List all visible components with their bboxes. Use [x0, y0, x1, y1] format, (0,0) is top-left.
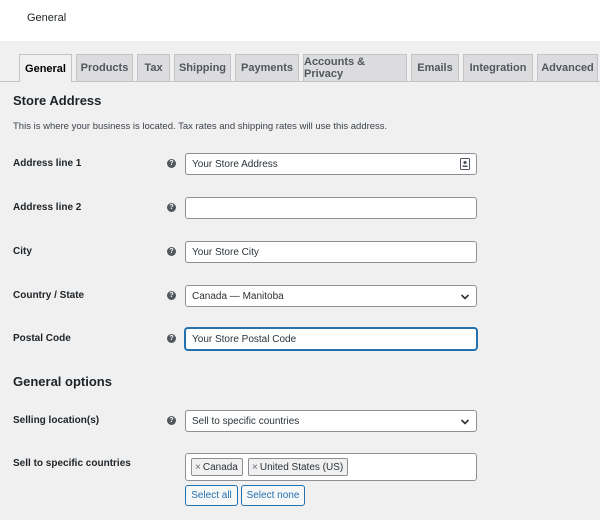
help-icon[interactable]: ?	[167, 247, 176, 256]
country-chip-label: Canada	[202, 461, 238, 473]
top-bar: General	[0, 0, 600, 41]
chevron-down-icon	[460, 294, 470, 300]
tab-advanced[interactable]: Advanced	[537, 54, 598, 81]
address-line-1-label: Address line 1	[13, 158, 82, 169]
address-line-2-input[interactable]	[185, 197, 477, 219]
tab-accounts-privacy[interactable]: Accounts & Privacy	[303, 54, 407, 81]
tab-products[interactable]: Products	[76, 54, 133, 81]
specific-countries-multiselect[interactable]: × Canada × United States (US)	[185, 453, 477, 481]
postal-code-input[interactable]: Your Store Postal Code	[185, 328, 477, 350]
page-title: General	[27, 12, 67, 24]
country-chip: × United States (US)	[248, 458, 349, 476]
postal-code-label: Postal Code	[13, 333, 71, 344]
address-line-1-input[interactable]: Your Store Address	[185, 153, 477, 175]
city-value: Your Store City	[192, 247, 259, 258]
tab-payments[interactable]: Payments	[235, 54, 299, 81]
country-state-label: Country / State	[13, 290, 85, 301]
city-input[interactable]: Your Store City	[185, 241, 477, 263]
tab-shipping[interactable]: Shipping	[174, 54, 231, 81]
selling-locations-select[interactable]: Sell to specific countries	[185, 410, 477, 432]
select-none-button[interactable]: Select none	[241, 485, 305, 506]
country-state-value: Canada — Manitoba	[192, 291, 284, 302]
help-icon[interactable]: ?	[167, 203, 176, 212]
country-state-select[interactable]: Canada — Manitoba	[185, 285, 477, 307]
store-address-description: This is where your business is located. …	[13, 121, 388, 132]
help-icon[interactable]: ?	[167, 291, 176, 300]
settings-tabs: General Products Tax Shipping Payments A…	[0, 54, 600, 82]
help-icon[interactable]: ?	[167, 159, 176, 168]
tab-tax[interactable]: Tax	[137, 54, 170, 81]
city-label: City	[13, 246, 32, 257]
address-line-1-value: Your Store Address	[192, 159, 278, 170]
remove-chip-icon[interactable]: ×	[252, 462, 258, 473]
country-chip-label: United States (US)	[259, 461, 344, 473]
postal-code-value: Your Store Postal Code	[192, 334, 297, 345]
country-chip: × Canada	[191, 458, 243, 476]
select-all-button[interactable]: Select all	[185, 485, 238, 506]
store-address-heading: Store Address	[13, 93, 102, 108]
tab-emails[interactable]: Emails	[411, 54, 459, 81]
selling-locations-label: Selling location(s)	[13, 415, 100, 426]
general-options-heading: General options	[13, 374, 112, 389]
tab-integration[interactable]: Integration	[463, 54, 533, 81]
help-icon[interactable]: ?	[167, 416, 176, 425]
tab-general[interactable]: General	[19, 54, 72, 82]
specific-countries-label: Sell to specific countries	[13, 458, 131, 469]
contact-card-icon[interactable]	[460, 158, 470, 170]
help-icon[interactable]: ?	[167, 334, 176, 343]
selling-locations-value: Sell to specific countries	[192, 416, 300, 427]
tabs-divider	[0, 81, 600, 82]
address-line-2-label: Address line 2	[13, 202, 82, 213]
remove-chip-icon[interactable]: ×	[195, 462, 201, 473]
chevron-down-icon	[460, 419, 470, 425]
